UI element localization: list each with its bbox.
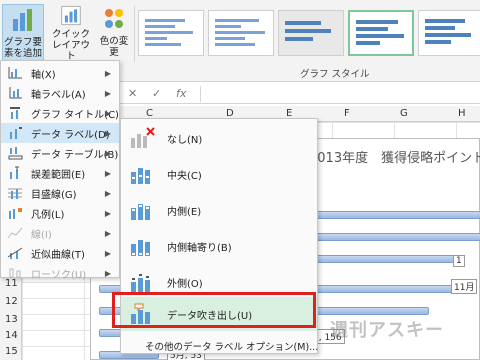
menu-item-trendline[interactable]: 近似曲線(T) ▶ (1, 243, 119, 263)
quick-layout-button[interactable]: クイックレイアウト (50, 4, 92, 62)
menu-item-label: データ ラベル(D) (31, 129, 110, 141)
chart-style-preview (145, 19, 193, 46)
chart-style-1[interactable] (138, 10, 204, 56)
submenu-arrow-icon: ▶ (104, 148, 111, 158)
menu-item-up-down-bars: ローソク(U) ▶ (1, 263, 119, 283)
submenu-item-label: 内側(E) (167, 206, 202, 218)
trendline-icon (7, 247, 23, 259)
row-header[interactable]: 14 (5, 330, 18, 341)
menu-item-label: 線(I) (31, 229, 52, 241)
menu-item-label: 誤差範囲(E) (31, 169, 86, 181)
chart-style-preview (356, 20, 404, 45)
submenu-arrow-icon: ▶ (104, 188, 111, 198)
submenu-arrow-icon: ▶ (104, 68, 111, 78)
axes-icon (8, 67, 22, 79)
highlight-box (112, 292, 316, 328)
data-table-icon (8, 147, 23, 160)
column-header[interactable]: G (400, 108, 408, 119)
watermark: 週刊アスキー (330, 320, 444, 341)
submenu-item-none[interactable]: なし(N) (121, 121, 317, 155)
up-down-bars-icon (9, 268, 21, 278)
cancel-icon[interactable]: ✕ (128, 87, 137, 100)
submenu-arrow-icon: ▶ (104, 168, 111, 178)
menu-item-label: 目盛線(G) (31, 189, 77, 201)
chart-style-preview (425, 19, 471, 44)
submenu-item-label: 中央(C) (167, 170, 202, 182)
menu-item-axes[interactable]: 軸(X) ▶ (1, 63, 119, 83)
submenu-arrow-icon: ▶ (104, 108, 111, 118)
chart-bar[interactable] (315, 233, 480, 241)
function-icon[interactable]: fx (176, 87, 186, 100)
chart-element-icon (13, 9, 32, 31)
menu-item-label: 軸ラベル(A) (31, 89, 86, 101)
quick-layout-icon (61, 5, 81, 26)
menu-item-label: 軸(X) (31, 69, 56, 81)
chart-style-gallery (132, 2, 480, 64)
column-header[interactable]: H (458, 108, 466, 119)
inside-end-labels-icon (131, 204, 150, 220)
menu-item-label: 近似曲線(T) (31, 249, 85, 261)
chart-style-preview (215, 19, 265, 46)
menu-item-data-labels[interactable]: データ ラベル(D) ▶ (1, 123, 119, 143)
add-chart-element-label: グラフ要素を追加 (3, 37, 42, 59)
quick-layout-label: クイックレイアウト (51, 29, 90, 62)
enter-icon[interactable]: ✓ (152, 87, 161, 100)
chart-style-2[interactable] (208, 10, 274, 56)
menu-item-label: 凡例(L) (31, 209, 65, 221)
chart-title-icon (10, 107, 20, 119)
row-header[interactable]: 15 (5, 346, 18, 357)
data-labels-icon (10, 127, 22, 139)
submenu-item-label: なし(N) (167, 134, 203, 146)
submenu-item-center[interactable]: 中央(C) (121, 157, 317, 191)
add-chart-element-button[interactable]: グラフ要素を追加 (2, 4, 44, 62)
formula-input[interactable] (200, 86, 478, 102)
chart-bar[interactable] (315, 255, 455, 263)
menu-item-lines: 線(I) ▶ (1, 223, 119, 243)
chart-styles-group-label: グラフ スタイル (300, 69, 370, 80)
submenu-item-label: 内側軸寄り(B) (167, 242, 232, 254)
change-colors-label: 色の変更 (99, 36, 129, 58)
error-bars-icon (10, 166, 19, 179)
menu-item-axis-titles[interactable]: 軸ラベル(A) ▶ (1, 83, 119, 103)
menu-item-chart-title[interactable]: グラフ タイトル(C) ▶ (1, 103, 119, 123)
palette-icon (105, 9, 123, 28)
submenu-arrow-icon: ▶ (104, 268, 111, 278)
chart-style-5[interactable] (418, 10, 480, 56)
column-header[interactable]: F (344, 108, 350, 119)
legend-icon (9, 208, 22, 219)
data-label[interactable]: 11月 (451, 279, 478, 294)
center-labels-icon (131, 168, 150, 184)
submenu-arrow-icon: ▶ (104, 248, 111, 258)
submenu-arrow-icon: ▶ (104, 228, 111, 238)
chart-element-menu: 軸(X) ▶ 軸ラベル(A) ▶ グラフ タイトル(C) ▶ データ ラベル(D… (0, 60, 120, 281)
chart-style-3[interactable] (278, 10, 344, 56)
lines-icon (7, 227, 23, 239)
submenu-arrow-icon: ▶ (104, 88, 111, 98)
menu-item-label: ローソク(U) (31, 269, 87, 281)
submenu-arrow-icon: ▶ (104, 128, 111, 138)
more-data-label-options[interactable]: その他のデータ ラベル オプション(M)... (145, 339, 318, 353)
menu-item-data-table[interactable]: データ テーブル(B) ▶ (1, 143, 119, 163)
chart-style-preview (285, 21, 331, 41)
gridlines-icon (8, 188, 22, 199)
row-header[interactable]: 13 (5, 314, 18, 325)
change-colors-button[interactable]: 色の変更 (96, 4, 132, 62)
chart-style-4[interactable] (348, 10, 414, 56)
data-label[interactable]: 1 (453, 255, 465, 267)
inside-base-labels-icon (131, 240, 150, 256)
menu-item-gridlines[interactable]: 目盛線(G) ▶ (1, 183, 119, 203)
formula-bar: ✕ ✓ fx (120, 84, 480, 104)
menu-item-error-bars[interactable]: 誤差範囲(E) ▶ (1, 163, 119, 183)
outside-end-labels-icon (131, 274, 150, 292)
chart-title[interactable]: 2013年度 獲得侵略ポイント (309, 147, 480, 166)
submenu-arrow-icon: ▶ (104, 208, 111, 218)
menu-item-legend[interactable]: 凡例(L) ▶ (1, 203, 119, 223)
axis-titles-icon (9, 87, 22, 99)
submenu-item-label: 外側(O) (167, 278, 203, 290)
row-header[interactable]: 12 (5, 296, 18, 307)
chart-bar[interactable] (315, 211, 480, 219)
submenu-item-inside-base[interactable]: 内側軸寄り(B) (121, 229, 317, 263)
no-labels-icon (131, 127, 155, 148)
submenu-item-inside-end[interactable]: 内側(E) (121, 193, 317, 227)
